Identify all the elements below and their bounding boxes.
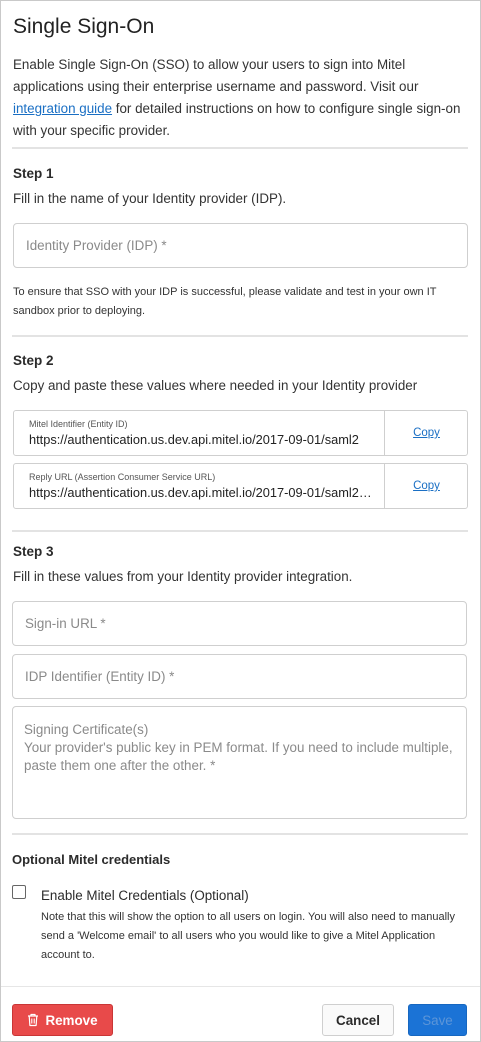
divider <box>12 335 468 337</box>
step3-description: Fill in these values from your Identity … <box>13 569 353 584</box>
idp-identifier-input[interactable] <box>13 655 466 698</box>
signin-url-field <box>12 601 467 646</box>
step2-title: Step 2 <box>13 353 54 368</box>
step1-note: To ensure that SSO with your IDP is succ… <box>13 286 437 317</box>
intro-text: Enable Single Sign-On (SSO) to allow you… <box>13 54 473 142</box>
cancel-button[interactable]: Cancel <box>322 1004 394 1036</box>
reply-url-label: Reply URL (Assertion Consumer Service UR… <box>29 472 216 482</box>
remove-button[interactable]: Remove <box>12 1004 113 1036</box>
idp-identifier-field <box>12 654 467 699</box>
step1-title: Step 1 <box>13 166 54 181</box>
signin-url-input[interactable] <box>13 602 466 645</box>
mitel-identifier-label: Mitel Identifier (Entity ID) <box>29 419 128 429</box>
mitel-credentials-note: Note that this will show the option to a… <box>41 911 455 961</box>
signing-certificate-input[interactable] <box>13 707 466 818</box>
copy-reply-url-button[interactable]: Copy <box>385 464 468 508</box>
trash-icon <box>28 1013 39 1027</box>
remove-label: Remove <box>45 1012 98 1028</box>
mitel-identifier-box: Mitel Identifier (Entity ID) https://aut… <box>13 410 468 456</box>
step3-title: Step 3 <box>13 544 54 559</box>
signing-certificate-field <box>12 706 467 819</box>
intro-text-start: Enable Single Sign-On (SSO) to allow you… <box>13 57 419 94</box>
page-title: Single Sign-On <box>13 15 155 38</box>
copy-mitel-identifier-button[interactable]: Copy <box>385 411 468 455</box>
integration-guide-link[interactable]: integration guide <box>13 101 112 116</box>
sso-panel: Single Sign-On Enable Single Sign-On (SS… <box>0 0 481 1042</box>
reply-url-value: https://authentication.us.dev.api.mitel.… <box>29 485 374 500</box>
enable-mitel-credentials-checkbox[interactable] <box>12 885 26 899</box>
mitel-identifier-value: https://authentication.us.dev.api.mitel.… <box>29 432 359 447</box>
divider <box>12 530 468 532</box>
save-button[interactable]: Save <box>408 1004 467 1036</box>
idp-input[interactable] <box>14 224 467 267</box>
idp-field <box>13 223 468 268</box>
enable-mitel-credentials-label[interactable]: Enable Mitel Credentials (Optional) <box>41 888 249 903</box>
step2-description: Copy and paste these values where needed… <box>13 378 418 393</box>
divider <box>12 833 468 835</box>
divider <box>12 147 468 149</box>
step1-description: Fill in the name of your Identity provid… <box>13 191 287 206</box>
footer-bar: Remove Cancel Save <box>1 986 480 1041</box>
optional-credentials-title: Optional Mitel credentials <box>12 852 171 867</box>
sso-content: Single Sign-On Enable Single Sign-On (SS… <box>1 1 480 986</box>
reply-url-box: Reply URL (Assertion Consumer Service UR… <box>13 463 468 509</box>
